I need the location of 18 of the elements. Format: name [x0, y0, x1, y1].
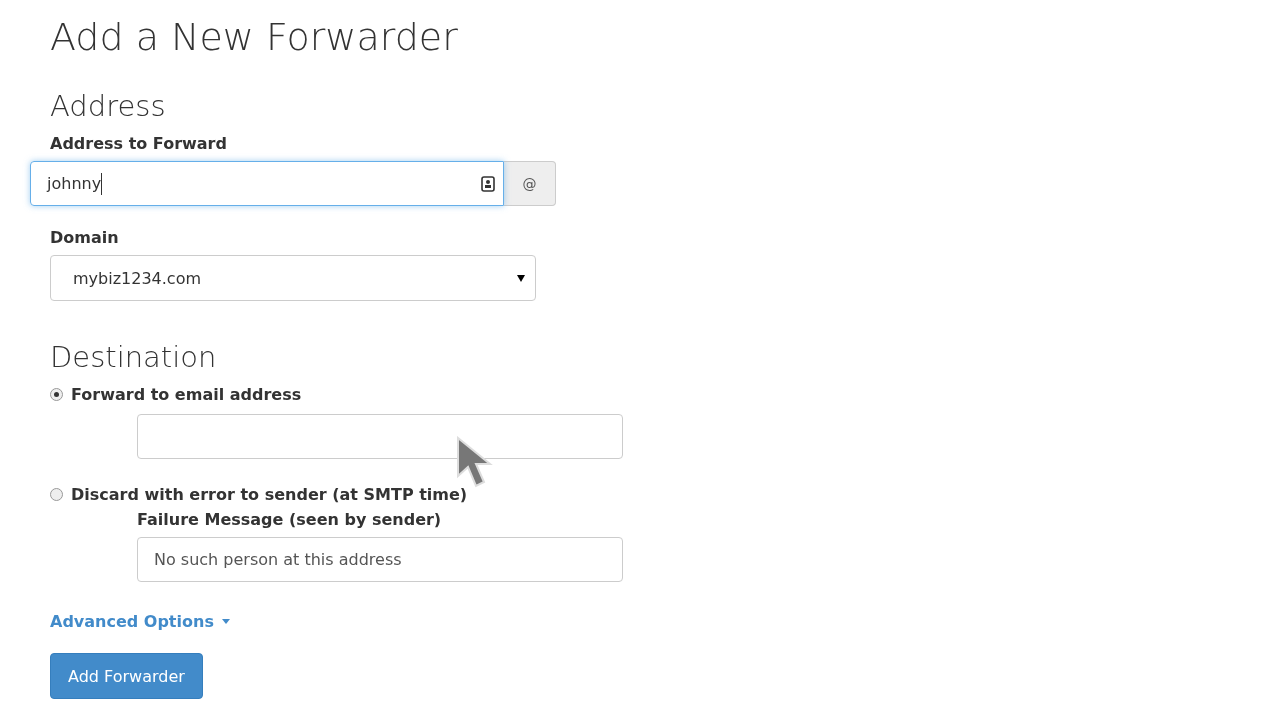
at-addon: @ — [504, 161, 556, 206]
domain-select[interactable]: mybiz1234.com — [50, 255, 536, 301]
email-input-field[interactable] — [137, 414, 623, 459]
section-heading: Destination — [50, 339, 218, 376]
page-title: Add a New Forwarder — [50, 14, 459, 61]
contact-card-icon[interactable] — [481, 176, 495, 192]
field-label: Failure Message (seen by sender) — [137, 510, 442, 529]
section-heading: Address — [50, 88, 167, 125]
radio-label[interactable]: Forward to email address — [71, 385, 302, 404]
failure-message-field[interactable]: No such person at this address — [137, 537, 623, 582]
radio-button[interactable] — [50, 388, 63, 401]
address-input-field[interactable]: johnny — [30, 161, 504, 206]
advanced-options-link[interactable]: Advanced Options — [50, 612, 230, 631]
field-label: Domain — [50, 228, 119, 247]
radio-label[interactable]: Discard with error to sender (at SMTP time) — [71, 485, 468, 504]
field-label: Address to Forward — [50, 134, 227, 153]
add-forwarder-button[interactable]: Add Forwarder — [50, 653, 203, 699]
radio-button[interactable] — [50, 488, 63, 501]
